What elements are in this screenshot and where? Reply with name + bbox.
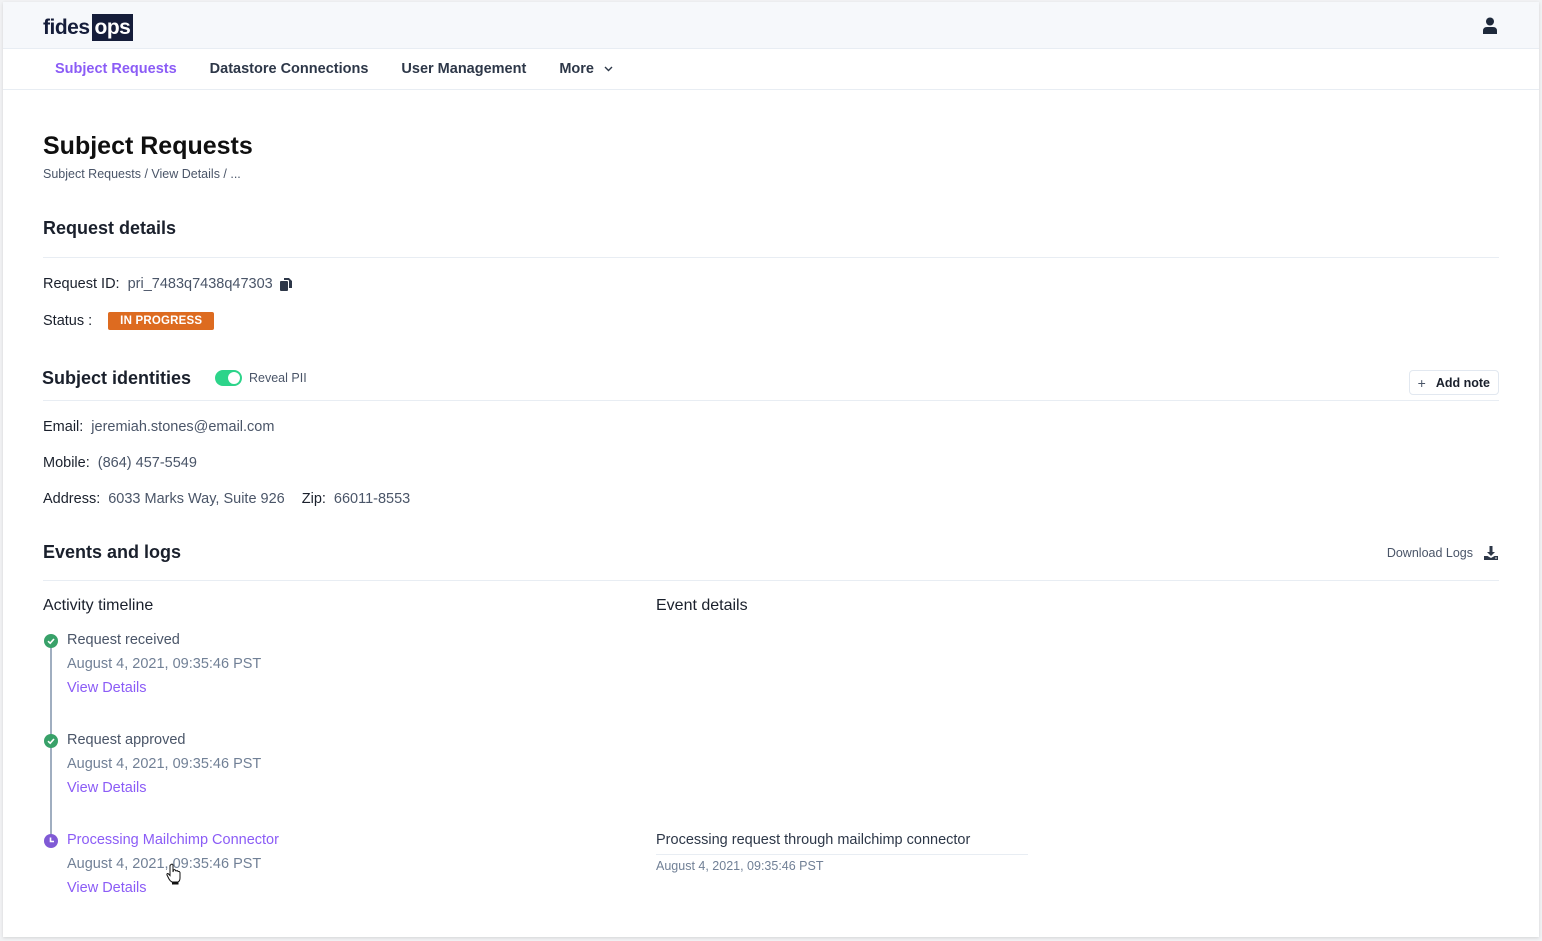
divider bbox=[43, 580, 1499, 581]
zip-value: 66011-8553 bbox=[333, 491, 411, 507]
view-details-link[interactable]: View Details bbox=[67, 680, 147, 696]
activity-timeline-heading: Activity timeline bbox=[43, 597, 154, 614]
check-circle-icon bbox=[44, 634, 58, 648]
top-bar: fides ops bbox=[3, 2, 1539, 49]
address-value: 6033 Marks Way, Suite 926 bbox=[108, 491, 285, 507]
nav-user-management[interactable]: User Management bbox=[401, 61, 526, 77]
status-label: Status : bbox=[43, 313, 93, 329]
nav-datastore-connections[interactable]: Datastore Connections bbox=[210, 61, 369, 77]
mobile-label: Mobile: bbox=[43, 455, 90, 471]
nav-subject-requests[interactable]: Subject Requests bbox=[55, 61, 177, 77]
download-logs-button[interactable]: Download Logs bbox=[1387, 545, 1499, 561]
add-note-button[interactable]: + Add note bbox=[1408, 370, 1499, 395]
status-row: Status : IN PROGRESS bbox=[43, 312, 215, 330]
mobile-value: (864) 457-5549 bbox=[97, 455, 197, 471]
request-id-label: Request ID: bbox=[43, 276, 120, 292]
breadcrumb[interactable]: Subject Requests / View Details / ... bbox=[43, 167, 241, 181]
logo-text-fides: fides bbox=[43, 15, 90, 39]
timeline-item-time: August 4, 2021, 09:35:46 PST bbox=[67, 656, 262, 672]
user-icon[interactable] bbox=[1483, 17, 1497, 34]
reveal-pii-label: Reveal PII bbox=[249, 371, 307, 385]
plus-icon: + bbox=[1417, 374, 1426, 391]
nav-label: Datastore Connections bbox=[209, 61, 369, 77]
view-details-link[interactable]: View Details bbox=[67, 880, 147, 896]
download-logs-label: Download Logs bbox=[1386, 546, 1473, 560]
nav-more-dropdown[interactable]: More bbox=[559, 61, 613, 77]
email-value: jeremiah.stones@email.com bbox=[91, 419, 275, 435]
zip-label: Zip: bbox=[301, 491, 326, 507]
main-nav: Subject Requests Datastore Connections U… bbox=[3, 49, 1539, 90]
request-details-heading: Request details bbox=[43, 218, 177, 238]
divider bbox=[43, 400, 1499, 401]
status-badge: IN PROGRESS bbox=[108, 312, 215, 330]
address-label: Address: bbox=[43, 491, 101, 507]
divider bbox=[656, 854, 1028, 855]
nav-label: User Management bbox=[401, 61, 527, 77]
email-row: Email: jeremiah.stones@email.com bbox=[43, 419, 274, 435]
timeline-item-time: August 4, 2021, 09:35:46 PST bbox=[67, 756, 262, 772]
divider bbox=[43, 257, 1499, 258]
event-details-heading: Event details bbox=[656, 597, 748, 614]
event-detail-title: Processing request through mailchimp con… bbox=[656, 832, 971, 848]
reveal-pii-toggle[interactable] bbox=[215, 370, 242, 386]
check-circle-icon bbox=[44, 734, 58, 748]
request-id-value: pri_7483q7438q47303 bbox=[127, 276, 273, 292]
download-icon bbox=[1484, 546, 1498, 560]
clock-icon bbox=[44, 834, 58, 848]
subject-identities-heading: Subject identities bbox=[42, 368, 192, 388]
nav-label: Subject Requests bbox=[55, 61, 177, 77]
timeline-item-title-link[interactable]: Processing Mailchimp Connector bbox=[67, 832, 279, 848]
chevron-down-icon bbox=[604, 66, 613, 72]
mobile-row: Mobile: (864) 457-5549 bbox=[43, 455, 197, 471]
app-window: fides ops Subject Requests Datastore Con… bbox=[3, 2, 1539, 937]
copy-icon[interactable] bbox=[279, 277, 294, 292]
events-logs-heading: Events and logs bbox=[43, 542, 182, 562]
view-details-link[interactable]: View Details bbox=[67, 780, 147, 796]
request-id-row: Request ID: pri_7483q7438q47303 bbox=[43, 276, 294, 292]
address-row: Address: 6033 Marks Way, Suite 926 Zip: … bbox=[43, 491, 410, 507]
email-label: Email: bbox=[43, 419, 84, 435]
add-note-label: Add note bbox=[1435, 375, 1490, 390]
page-title: Subject Requests bbox=[43, 132, 253, 160]
event-detail-time: August 4, 2021, 09:35:46 PST bbox=[656, 859, 824, 873]
timeline-item-title: Request approved bbox=[67, 732, 186, 748]
timeline-item-title: Request received bbox=[67, 632, 180, 648]
timeline-item-time: August 4, 2021, 09:35:46 PST bbox=[67, 856, 262, 872]
nav-label: More bbox=[559, 61, 594, 77]
logo-text-ops: ops bbox=[91, 14, 134, 41]
hand-cursor-icon bbox=[166, 863, 181, 885]
fidesops-logo[interactable]: fides ops bbox=[43, 14, 134, 41]
